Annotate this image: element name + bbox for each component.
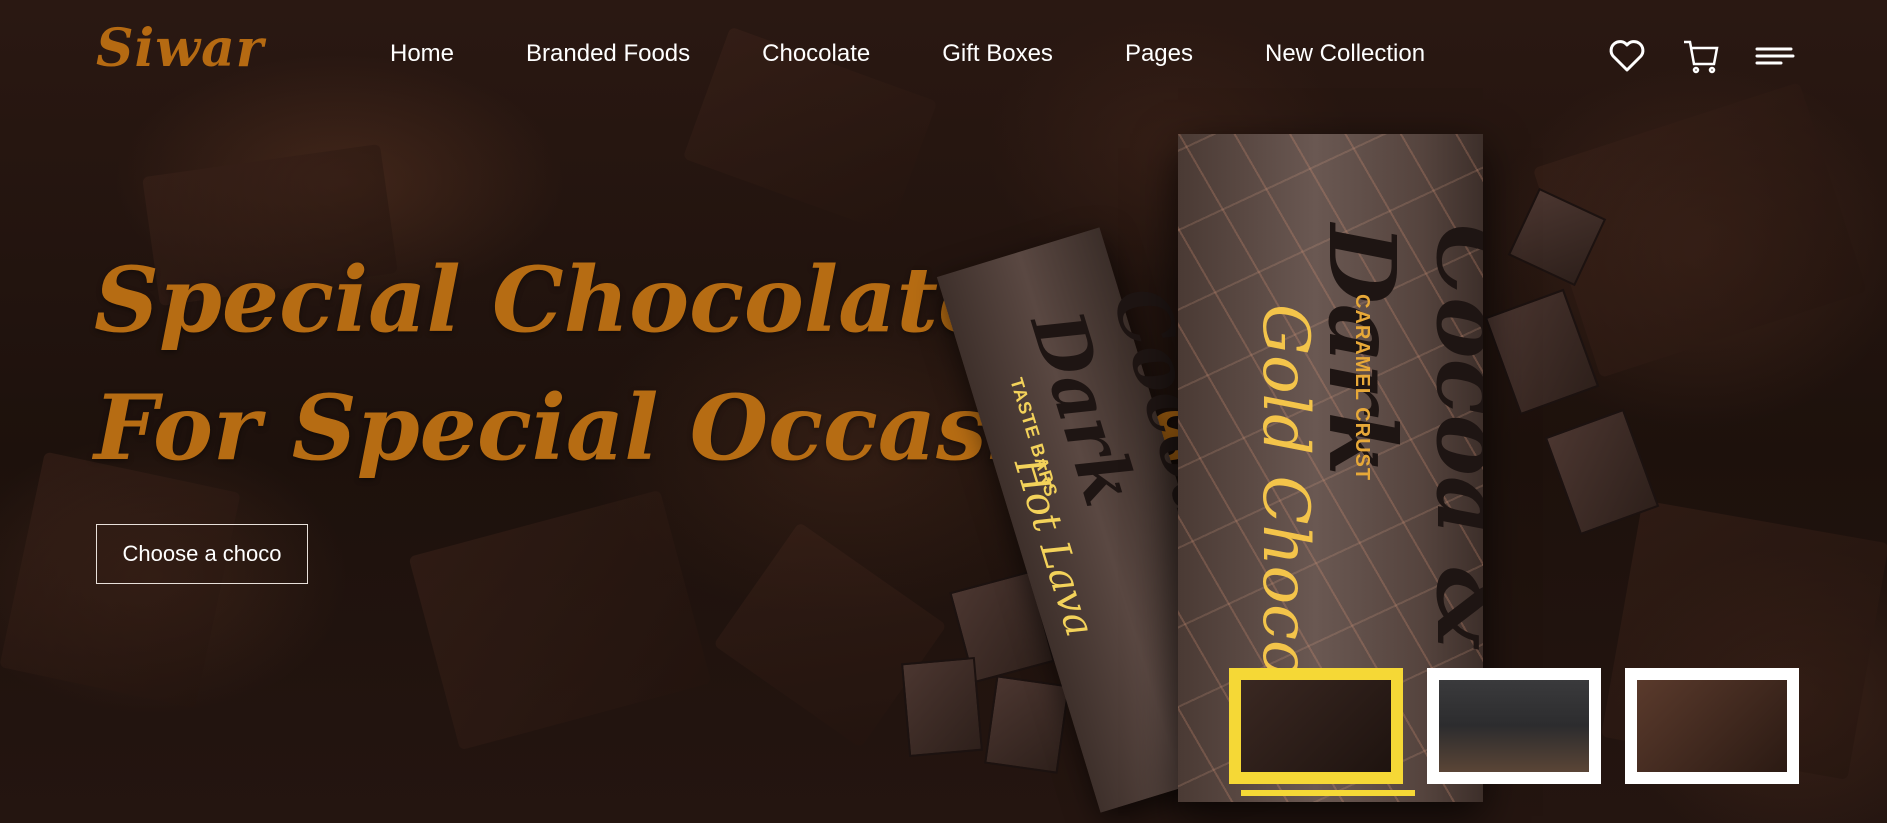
big-bar-tagline: CARAMEL CRUST: [1351, 294, 1373, 482]
nav-chocolate[interactable]: Chocolate: [762, 40, 870, 68]
chocolate-piece: [984, 675, 1070, 774]
nav-home[interactable]: Home: [390, 40, 454, 68]
thumbnail-chocolate-stack[interactable]: [1625, 668, 1799, 784]
menu-icon[interactable]: [1755, 36, 1795, 76]
header-icons: [1607, 36, 1795, 76]
active-thumb-indicator: [1241, 790, 1415, 796]
nav-branded-foods[interactable]: Branded Foods: [526, 40, 690, 68]
nav-new-collection[interactable]: New Collection: [1265, 40, 1425, 68]
chocolate-piece: [901, 656, 983, 758]
nav-gift-boxes[interactable]: Gift Boxes: [942, 40, 1053, 68]
cart-icon[interactable]: [1681, 36, 1721, 76]
logo[interactable]: Siwar: [96, 18, 264, 79]
thumbnail-carousel: [1229, 668, 1799, 796]
big-bar-flavor: Gold Choco: [1248, 304, 1322, 679]
main-nav: Home Branded Foods Chocolate Gift Boxes …: [390, 40, 1425, 68]
heart-icon[interactable]: [1607, 36, 1647, 76]
nav-pages[interactable]: Pages: [1125, 40, 1193, 68]
thumbnail-cupcake[interactable]: [1427, 668, 1601, 784]
choose-choco-button[interactable]: Choose a choco: [96, 524, 308, 584]
thumbnail-chocolate-bar[interactable]: [1229, 668, 1415, 796]
